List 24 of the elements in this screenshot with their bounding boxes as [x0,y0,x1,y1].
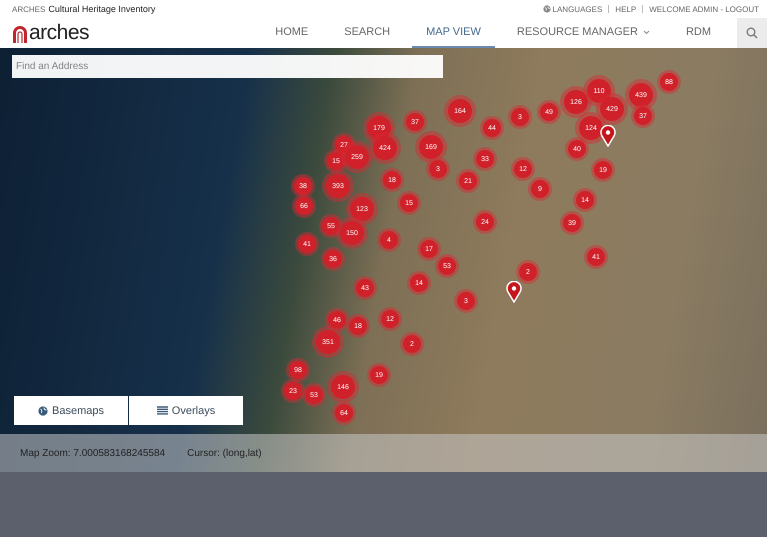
header-link[interactable]: WELCOME ADMIN - LOGOUT [649,4,759,14]
nav-tab[interactable]: RDM [672,18,725,48]
header-link[interactable]: HELP [615,4,636,14]
map-zoom-readout: Map Zoom: 7.000583168245584 [20,448,166,458]
nav-tab[interactable]: RESOURCE MANAGER [502,18,664,48]
search-icon [746,27,758,39]
overlays-button[interactable]: Overlays [129,396,243,425]
address-search-field[interactable]: Find an Address [12,55,443,78]
map-pin-icon[interactable] [506,281,522,303]
list-icon [156,406,168,415]
cursor-readout: Cursor: (long,lat) [187,448,262,458]
brand-name: ARCHES [12,5,46,14]
search-button[interactable] [737,18,767,48]
basemaps-button[interactable]: Basemaps [14,396,128,425]
arches-logo[interactable]: arches [12,23,90,43]
globe-icon [542,5,550,13]
satellite-map[interactable] [0,48,767,472]
nav-tab[interactable]: SEARCH [330,18,404,48]
nav-tab[interactable]: HOME [261,18,322,48]
globe-icon [38,406,48,416]
header-link[interactable]: LANGUAGES [542,4,602,14]
map-pin-icon[interactable] [600,125,616,147]
arch-logo-icon [12,25,28,43]
site-title: Cultural Heritage Inventory [48,4,156,14]
